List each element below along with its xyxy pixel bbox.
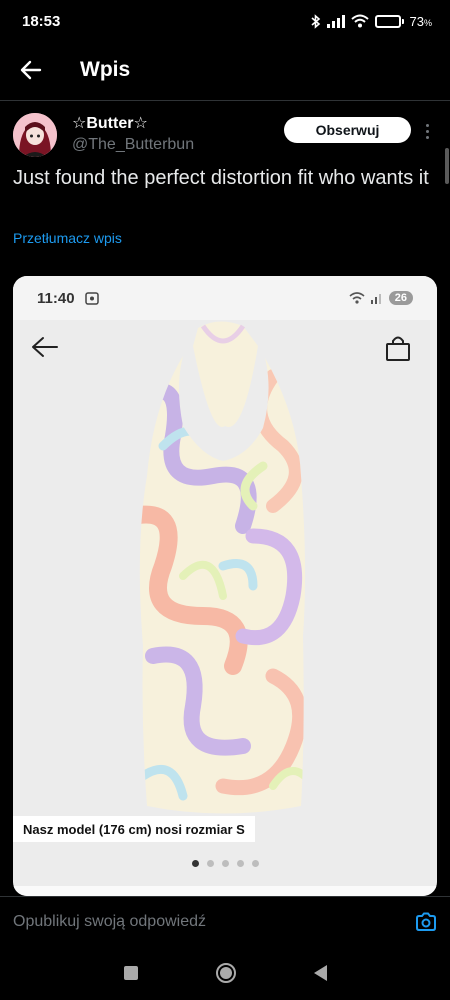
- follow-button[interactable]: Obserwuj: [284, 117, 411, 143]
- recents-icon[interactable]: [123, 966, 138, 980]
- battery-percent: 73%: [409, 13, 432, 29]
- status-icons: 73%: [310, 13, 432, 29]
- more-options-icon[interactable]: [420, 120, 434, 142]
- signal-icon: [326, 14, 345, 28]
- header-divider: [0, 100, 450, 101]
- bluetooth-icon: [310, 13, 320, 29]
- wifi-icon: [350, 14, 369, 28]
- carousel-dot[interactable]: [236, 860, 244, 867]
- top-bar: Wpis: [0, 42, 450, 98]
- dress-image: [139, 321, 306, 814]
- size-caption: Nasz model (176 cm) nosi rozmiar S: [13, 816, 255, 842]
- translate-post-link[interactable]: Przetłumacz wpis: [13, 230, 122, 246]
- system-nav-bar: [0, 946, 450, 1000]
- back-triangle-icon[interactable]: [313, 965, 327, 981]
- avatar[interactable]: [13, 113, 57, 157]
- reply-input[interactable]: Opublikuj swoją odpowiedź: [13, 913, 415, 931]
- page-title: Wpis: [80, 58, 131, 81]
- scrollbar[interactable]: [445, 148, 449, 184]
- shopping-bag-icon: [386, 336, 410, 361]
- embedded-battery: 26: [388, 291, 413, 305]
- embedded-time: 11:40: [37, 289, 75, 307]
- status-time: 18:53: [22, 12, 61, 30]
- carousel-dot[interactable]: [206, 860, 214, 867]
- battery-icon: [374, 14, 404, 28]
- post-author[interactable]: ☆Butter☆ @The_Butterbun: [72, 113, 194, 154]
- post-text: Just found the perfect distortion fit wh…: [13, 167, 429, 189]
- arrow-left-icon[interactable]: [20, 60, 42, 80]
- camera-icon[interactable]: [415, 912, 437, 932]
- author-handle[interactable]: @The_Butterbun: [72, 136, 194, 154]
- reply-bar: Opublikuj swoją odpowiedź: [0, 896, 450, 946]
- embedded-wifi-icon: [349, 292, 365, 304]
- embedded-bottom-strip: [13, 886, 437, 896]
- embedded-signal-icon: [370, 293, 381, 304]
- author-name[interactable]: ☆Butter☆: [72, 113, 194, 133]
- embedded-back-arrow-icon: [32, 337, 58, 357]
- carousel-dot[interactable]: [191, 860, 199, 867]
- post-media-image[interactable]: 11:40 26 Nasz model (176 cm) nosi rozmia…: [13, 276, 437, 896]
- carousel-dot[interactable]: [221, 860, 229, 867]
- embedded-status-bar: 11:40 26: [13, 276, 437, 320]
- carousel-dot[interactable]: [251, 860, 259, 867]
- screenshot-icon: [84, 291, 99, 305]
- carousel-dots: [13, 860, 437, 867]
- status-bar: 18:53 73%: [0, 0, 450, 42]
- home-icon[interactable]: [215, 963, 236, 983]
